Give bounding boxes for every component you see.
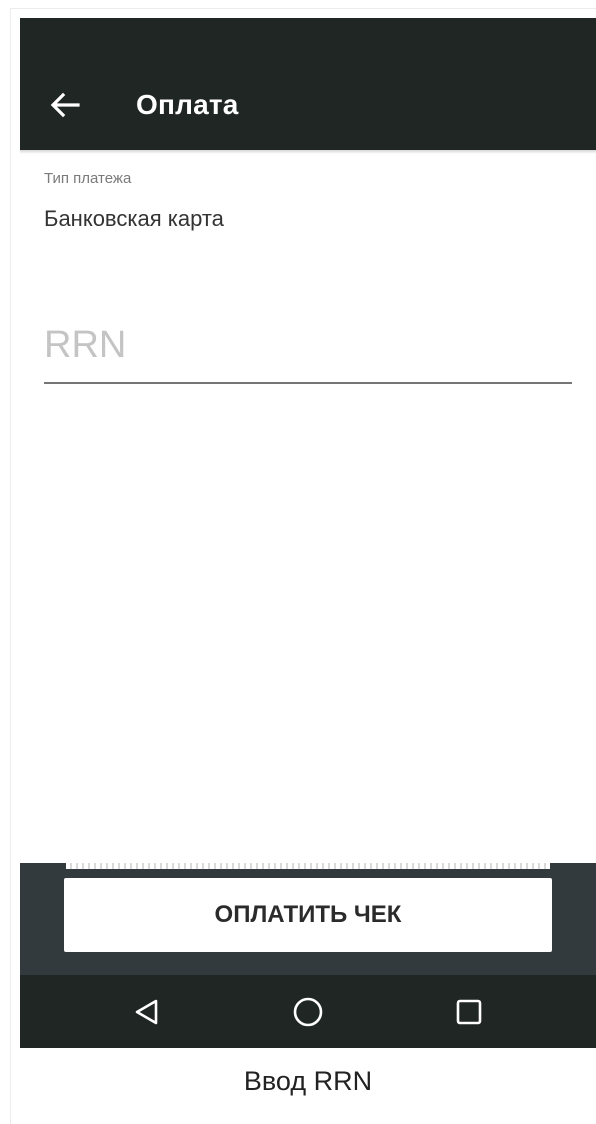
- receipt-torn-edge: [66, 863, 550, 869]
- app-bar: Оплата: [20, 60, 596, 150]
- system-nav-bar: [20, 975, 596, 1048]
- payment-type-value: Банковская карта: [44, 206, 224, 231]
- nav-recents-button[interactable]: [446, 989, 492, 1035]
- arrow-left-icon: [50, 92, 80, 118]
- page-title: Оплата: [136, 89, 239, 120]
- figure-caption: Ввод RRN: [243, 1066, 373, 1096]
- home-circle-icon: [293, 997, 323, 1027]
- rrn-input[interactable]: [44, 308, 572, 384]
- phone-screen: Оплата Тип платежа Банковская карта ОПЛА…: [20, 18, 596, 1048]
- nav-home-button[interactable]: [285, 989, 331, 1035]
- back-triangle-icon: [135, 999, 158, 1025]
- back-button[interactable]: [42, 82, 88, 128]
- pay-receipt-button[interactable]: ОПЛАТИТЬ ЧЕК: [64, 878, 552, 952]
- recents-square-icon: [456, 999, 482, 1025]
- app-bar-shadow: [20, 150, 596, 154]
- bottom-action-panel: ОПЛАТИТЬ ЧЕК: [20, 863, 596, 975]
- payment-type-label: Тип платежа: [44, 170, 132, 187]
- nav-back-button[interactable]: [124, 989, 170, 1035]
- status-bar: [20, 18, 596, 60]
